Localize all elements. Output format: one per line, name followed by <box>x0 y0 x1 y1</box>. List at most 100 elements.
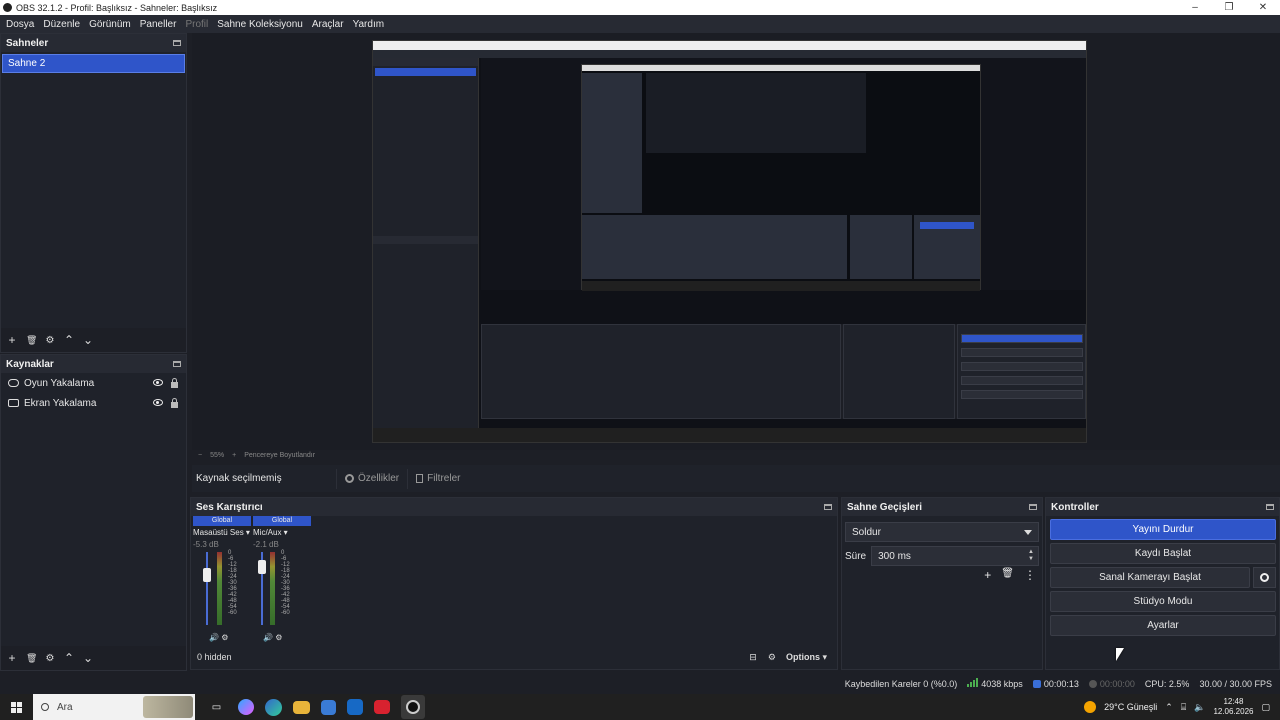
menu-bar: Dosya Düzenle Görünüm Paneller Profil Sa… <box>0 15 1280 33</box>
nested-bottom-panels <box>481 324 1086 419</box>
obs-taskbar-icon[interactable] <box>401 695 425 719</box>
settings-button[interactable]: Ayarlar <box>1050 615 1276 636</box>
layout-toggle-icon[interactable]: ⊟ <box>748 652 758 663</box>
source-item[interactable]: Oyun Yakalama <box>1 373 186 393</box>
scenes-toolbar: + 🗑 ⚙ ⌃ ⌄ <box>1 328 186 352</box>
scenes-dock: Sahneler Sahne 2 + 🗑 ⚙ ⌃ ⌄ <box>0 33 187 353</box>
duration-label: Süre <box>845 550 867 562</box>
speaker-icon[interactable]: 🔊 <box>263 633 273 642</box>
nested-docks <box>373 58 479 433</box>
zoom-in-button[interactable]: + <box>232 452 236 459</box>
channel-settings-icon[interactable]: ⚙ <box>221 633 228 642</box>
clock[interactable]: 12:48 12.06.2026 <box>1213 697 1253 717</box>
add-scene-icon[interactable]: + <box>7 333 17 347</box>
options-menu[interactable]: Options ▾ <box>786 652 827 663</box>
zoom-out-button[interactable]: − <box>198 452 202 459</box>
task-view-icon[interactable]: ▭ <box>206 697 227 718</box>
zoom-value: 55% <box>210 452 225 459</box>
move-up-icon[interactable]: ⌃ <box>64 333 74 347</box>
remove-transition-icon[interactable]: 🗑 <box>1001 568 1014 582</box>
menu-duzenle[interactable]: Düzenle <box>43 19 80 30</box>
gear-icon <box>345 474 354 483</box>
channel-badge: Global <box>253 516 311 526</box>
add-source-icon[interactable]: + <box>7 651 17 665</box>
notifications-icon[interactable]: ▢ <box>1261 702 1270 713</box>
app-red-icon[interactable] <box>374 700 390 714</box>
channel-settings-icon[interactable]: ⚙ <box>275 633 282 642</box>
properties-button[interactable]: Özellikler <box>336 468 407 489</box>
signal-icon <box>967 678 979 687</box>
monitor-icon <box>8 399 19 407</box>
maximize-button[interactable]: ❐ <box>1212 2 1246 13</box>
undock-icon[interactable] <box>173 40 181 46</box>
undock-icon[interactable] <box>824 504 832 510</box>
speaker-icon[interactable]: 🔊 <box>209 633 219 642</box>
edge-icon[interactable] <box>265 698 282 716</box>
nested-block <box>646 73 866 153</box>
preview-area[interactable] <box>192 33 1280 450</box>
add-transition-icon[interactable]: + <box>984 568 991 582</box>
sources-title: Kaynaklar <box>6 358 54 370</box>
move-down-icon[interactable]: ⌄ <box>83 333 93 347</box>
studio-mode-button[interactable]: Stüdyo Modu <box>1050 591 1276 612</box>
taskbar-search[interactable]: Ara <box>33 694 195 720</box>
minimize-button[interactable]: – <box>1178 2 1212 13</box>
copilot-icon[interactable] <box>238 699 254 715</box>
lock-icon[interactable] <box>171 377 178 388</box>
undock-icon[interactable] <box>173 361 181 367</box>
menu-dosya[interactable]: Dosya <box>6 19 34 30</box>
advanced-audio-icon[interactable]: ⚙ <box>767 652 777 663</box>
source-toolbar: Kaynak seçilmemiş Özellikler Filtreler <box>192 465 1280 492</box>
volume-icon[interactable]: 🔈 <box>1194 702 1205 713</box>
volume-fader-knob[interactable] <box>258 560 266 574</box>
file-explorer-icon[interactable] <box>293 700 310 714</box>
preview-canvas[interactable] <box>372 40 1087 443</box>
menu-gorunum[interactable]: Görünüm <box>89 19 131 30</box>
remove-source-icon[interactable]: 🗑 <box>26 653 37 664</box>
lock-icon[interactable] <box>171 397 178 408</box>
sources-toolbar: + 🗑 ⚙ ⌃ ⌄ <box>1 646 186 670</box>
menu-sahne-koleksiyonu[interactable]: Sahne Koleksiyonu <box>217 19 303 30</box>
filters-button[interactable]: Filtreler <box>407 468 468 489</box>
source-item[interactable]: Ekran Yakalama <box>1 393 186 413</box>
undock-icon[interactable] <box>1029 504 1037 510</box>
virtual-camera-button[interactable]: Sanal Kamerayı Başlat <box>1050 567 1250 588</box>
scene-item[interactable]: Sahne 2 <box>2 54 185 73</box>
windows-start-icon[interactable] <box>11 701 22 713</box>
transition-select[interactable]: Soldur <box>845 522 1039 542</box>
more-options-icon[interactable]: ⋮ <box>1024 568 1036 582</box>
move-up-icon[interactable]: ⌃ <box>64 651 74 665</box>
fit-window-button[interactable]: Pencereye Boyutlandır <box>244 452 315 459</box>
source-properties-icon[interactable]: ⚙ <box>45 653 55 664</box>
remove-scene-icon[interactable]: 🗑 <box>26 335 37 346</box>
volume-fader-knob[interactable] <box>203 568 211 582</box>
sources-dock: Kaynaklar Oyun Yakalama Ekran Yakalama +… <box>0 354 187 671</box>
duration-input[interactable]: 300 ms ▲ ▼ <box>871 546 1039 566</box>
virtual-camera-settings-button[interactable] <box>1253 567 1276 588</box>
menu-paneller[interactable]: Paneller <box>140 19 177 30</box>
close-button[interactable]: ✕ <box>1246 2 1280 13</box>
store-icon[interactable] <box>321 699 336 715</box>
spin-arrows-icon[interactable]: ▲ ▼ <box>1028 549 1034 563</box>
transitions-header: Sahne Geçişleri <box>842 498 1042 516</box>
fps: 30.00 / 30.00 FPS <box>1199 678 1272 689</box>
volume-fader-track[interactable] <box>206 552 208 625</box>
channel-name[interactable]: Masaüstü Ses ▾ <box>193 528 251 537</box>
channel-db: -2.1 dB <box>253 540 279 549</box>
network-icon[interactable]: ⌸ <box>1181 702 1186 713</box>
start-record-button[interactable]: Kaydı Başlat <box>1050 543 1276 564</box>
menu-profil: Profil <box>185 18 209 30</box>
tray-overflow-icon[interactable]: ⌃ <box>1165 702 1173 713</box>
move-down-icon[interactable]: ⌄ <box>83 651 93 665</box>
menu-yardim[interactable]: Yardım <box>353 19 385 30</box>
nested-button <box>961 348 1083 357</box>
outlook-icon[interactable] <box>347 699 363 715</box>
stop-stream-button[interactable]: Yayını Durdur <box>1050 519 1276 540</box>
visibility-eye-icon[interactable] <box>153 378 163 386</box>
nested-panel <box>843 324 955 419</box>
menu-araclar[interactable]: Araçlar <box>312 19 344 30</box>
undock-icon[interactable] <box>1266 504 1274 510</box>
scene-filters-icon[interactable]: ⚙ <box>45 335 55 346</box>
visibility-eye-icon[interactable] <box>153 398 163 406</box>
channel-name[interactable]: Mic/Aux ▾ <box>253 528 311 537</box>
